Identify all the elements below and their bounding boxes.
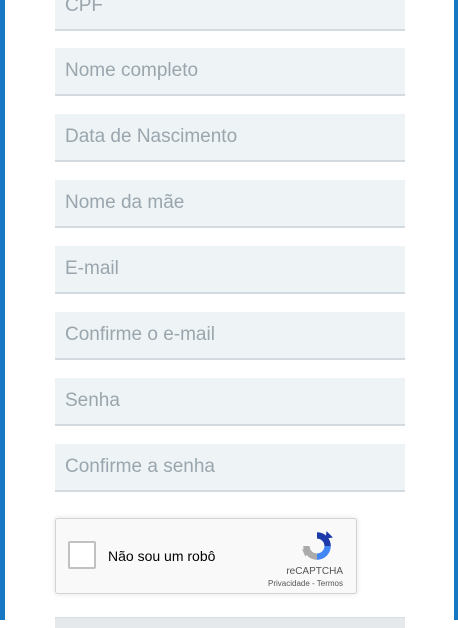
recaptcha-checkbox[interactable] <box>68 541 96 569</box>
frame-right-border <box>454 0 458 620</box>
recaptcha-logo-icon <box>302 531 333 560</box>
email-field[interactable] <box>55 246 405 294</box>
confirm-password-field[interactable] <box>55 444 405 492</box>
recaptcha-widget: Não sou um robô reCAPTCHA Privacidade - … <box>55 518 357 594</box>
recaptcha-privacy-link[interactable]: Privacidade <box>268 579 310 588</box>
password-field[interactable] <box>55 378 405 426</box>
registration-form: Não sou um robô reCAPTCHA Privacidade - … <box>5 0 454 628</box>
recaptcha-terms-link[interactable]: Termos <box>317 579 343 588</box>
recaptcha-link-separator: - <box>309 579 317 588</box>
recaptcha-brand: reCAPTCHA <box>286 566 343 577</box>
recaptcha-links: Privacidade - Termos <box>268 579 343 588</box>
full-name-field[interactable] <box>55 48 405 96</box>
recaptcha-label: Não sou um robô <box>108 548 216 564</box>
mother-name-field[interactable] <box>55 180 405 228</box>
submit-button[interactable] <box>55 617 405 628</box>
cpf-field[interactable] <box>55 0 405 31</box>
confirm-email-field[interactable] <box>55 312 405 360</box>
birth-date-field[interactable] <box>55 114 405 162</box>
